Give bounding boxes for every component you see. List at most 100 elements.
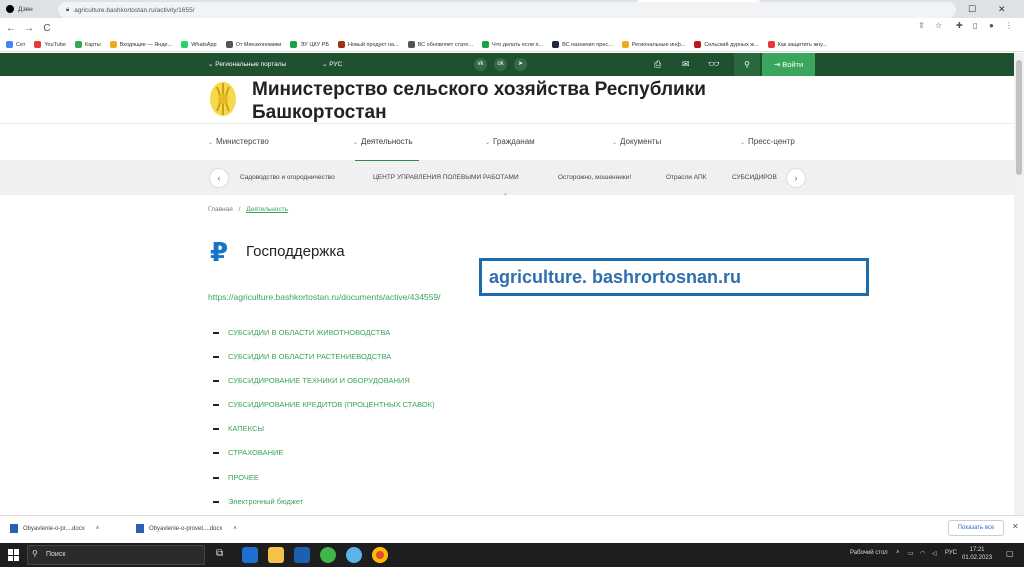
ok-icon[interactable]: ok bbox=[494, 58, 507, 71]
list-item-link[interactable]: СУБСИДИРОВАНИЕ КРЕДИТОВ (ПРОЦЕНТНЫХ СТАВ… bbox=[228, 400, 435, 409]
site-title[interactable]: Министерство сельского хозяйства Республ… bbox=[252, 78, 772, 124]
sub-nav: ‹ Садоводство и огородничество ЦЕНТР УПР… bbox=[0, 161, 1024, 195]
nav-ministry[interactable]: ⌄ Министерство bbox=[208, 137, 269, 146]
language-indicator[interactable]: РУС bbox=[945, 550, 957, 556]
profile-icon[interactable]: ● bbox=[989, 21, 994, 30]
mail-app-icon[interactable] bbox=[294, 547, 310, 563]
nav-activity[interactable]: ⌄ Деятельность bbox=[353, 137, 413, 146]
close-downloads-icon[interactable]: ✕ bbox=[1012, 522, 1019, 531]
chevron-up-icon[interactable]: ˄ bbox=[233, 526, 237, 532]
sidepanel-icon[interactable]: ▯ bbox=[973, 21, 977, 30]
forward-button[interactable]: → bbox=[22, 23, 36, 34]
messenger-app-icon[interactable] bbox=[346, 547, 362, 563]
list-item-link[interactable]: СУБСИДИИ В ОБЛАСТИ ЖИВОТНОВОДСТВА bbox=[228, 328, 390, 337]
language-switch[interactable]: ⌄ РУС bbox=[322, 53, 342, 76]
windows-start-icon[interactable] bbox=[8, 549, 20, 561]
bookmark-item[interactable]: От Минэкономики bbox=[225, 41, 281, 48]
bookmark-item[interactable]: Входящие — Янде... bbox=[109, 41, 172, 48]
address-bar[interactable]: 🔒︎ agriculture.bashkortostan.ru/activity… bbox=[58, 2, 956, 18]
subnav-item-agro-sectors[interactable]: Отрасли АПК bbox=[666, 174, 706, 181]
chevron-down-icon[interactable]: ⌄ bbox=[503, 190, 508, 197]
taskbar-search[interactable]: Поиск bbox=[27, 545, 205, 565]
download-item[interactable]: Obyavlenie-o-provet....docx ˄ bbox=[136, 524, 237, 533]
nav-documents[interactable]: ⌄ Документы bbox=[612, 137, 661, 146]
desktop-label[interactable]: Рабочий стол bbox=[850, 550, 888, 556]
document-link[interactable]: https://agriculture.bashkortostan.ru/doc… bbox=[208, 292, 440, 302]
chevron-up-icon[interactable]: ˄ bbox=[96, 526, 100, 532]
clock[interactable]: 17:21 01.02.2023 bbox=[962, 546, 992, 562]
chrome-icon[interactable] bbox=[372, 547, 388, 563]
list-item-link[interactable]: Электронный бюджет bbox=[228, 497, 303, 506]
nav-press-center[interactable]: ⌄ Пресс-центр bbox=[740, 137, 795, 146]
bookmark-label: WhatsApp bbox=[191, 41, 217, 48]
bookmark-item[interactable]: ВС назначил прес... bbox=[552, 41, 613, 48]
edge-icon[interactable] bbox=[242, 547, 258, 563]
volume-icon[interactable]: ◁ bbox=[932, 550, 937, 557]
notifications-icon[interactable]: ▢ bbox=[1006, 549, 1014, 558]
list-item-link[interactable]: ПРОЧЕЕ bbox=[228, 473, 259, 482]
login-button[interactable]: ⇥ Войти bbox=[762, 53, 815, 76]
bookmark-item[interactable]: YouTube bbox=[34, 41, 66, 48]
lock-icon: 🔒︎ bbox=[66, 6, 70, 13]
close-window-button[interactable]: ✕ bbox=[998, 0, 1006, 18]
bookmark-item[interactable]: Сет bbox=[6, 41, 25, 48]
maximize-button[interactable]: ☐ bbox=[968, 0, 976, 18]
bookmark-item[interactable]: Карты bbox=[75, 41, 101, 48]
list-item-link[interactable]: КАПЕКСЫ bbox=[228, 424, 264, 433]
list-item[interactable]: СТРАХОВАНИЕ bbox=[213, 448, 435, 472]
download-item[interactable]: Obyavlenie-o-pr....docx ˄ bbox=[10, 524, 99, 533]
show-all-downloads-button[interactable]: Показать все bbox=[948, 520, 1004, 536]
word-doc-icon bbox=[136, 524, 144, 533]
bookmark-item[interactable]: Региональные инф... bbox=[621, 41, 685, 48]
bookmark-item[interactable]: WhatsApp bbox=[181, 41, 217, 48]
ministry-logo[interactable] bbox=[208, 79, 238, 117]
list-item[interactable]: СУБСИДИРОВАНИЕ КРЕДИТОВ (ПРОЦЕНТНЫХ СТАВ… bbox=[213, 400, 435, 424]
subnav-next-button[interactable]: › bbox=[786, 168, 806, 188]
search-button[interactable]: ⚲ bbox=[734, 53, 760, 76]
accessibility-glasses-icon[interactable]: 👓︎ bbox=[708, 53, 719, 76]
bookmark-item[interactable]: Новый продукт на... bbox=[337, 41, 399, 48]
share-icon[interactable]: ⇪ bbox=[918, 21, 925, 30]
menu-icon[interactable]: ⋮ bbox=[1005, 21, 1013, 30]
bookmark-favicon-icon bbox=[407, 41, 415, 48]
tray-chevron-icon[interactable]: ˄ bbox=[896, 550, 900, 556]
list-item[interactable]: СУБСИДИИ В ОБЛАСТИ РАСТЕНИЕВОДСТВА bbox=[213, 352, 435, 376]
list-item-link[interactable]: СУБСИДИРОВАНИЕ ТЕХНИКИ И ОБОРУДОВАНИЯ bbox=[228, 376, 410, 385]
bookmark-item[interactable]: ЭУ ЦКУ РБ bbox=[290, 41, 329, 48]
bookmark-item[interactable]: Как защитить жну... bbox=[767, 41, 827, 48]
extensions-icon[interactable]: ✚ bbox=[956, 21, 963, 30]
nav-citizens[interactable]: ⌄ Гражданам bbox=[485, 137, 535, 146]
vk-icon[interactable]: vk bbox=[474, 58, 487, 71]
network-icon[interactable]: ▭ bbox=[908, 550, 914, 557]
mail-icon[interactable]: ✉ bbox=[682, 53, 690, 76]
subnav-item-field-works[interactable]: ЦЕНТР УПРАВЛЕНИЯ ПОЛЕВЫМИ РАБОТАМИ bbox=[373, 174, 519, 181]
regional-portals-menu[interactable]: ⌄ Региональные порталы bbox=[208, 53, 286, 76]
list-item[interactable]: КАПЕКСЫ bbox=[213, 424, 435, 448]
bookmark-item[interactable]: Что делать если п... bbox=[482, 41, 543, 48]
breadcrumb-current[interactable]: Деятельность bbox=[246, 206, 288, 213]
breadcrumb-home[interactable]: Главная bbox=[208, 206, 233, 213]
scrollbar-thumb[interactable] bbox=[1016, 60, 1022, 175]
list-item-link[interactable]: СТРАХОВАНИЕ bbox=[228, 448, 283, 457]
word-doc-icon bbox=[10, 524, 18, 533]
clover-app-icon[interactable] bbox=[320, 547, 336, 563]
task-view-icon[interactable]: ⧉ bbox=[216, 548, 223, 559]
bookmark-item[interactable]: Сельский дурных ж... bbox=[694, 41, 759, 48]
print-icon[interactable]: ⎙ bbox=[654, 53, 661, 76]
subnav-prev-button[interactable]: ‹ bbox=[209, 168, 229, 188]
file-explorer-icon[interactable] bbox=[268, 547, 284, 563]
bookmark-star-icon[interactable]: ☆ bbox=[935, 21, 942, 30]
back-button[interactable]: ← bbox=[4, 23, 18, 34]
reload-button[interactable]: C bbox=[40, 23, 54, 34]
list-item[interactable]: СУБСИДИРОВАНИЕ ТЕХНИКИ И ОБОРУДОВАНИЯ bbox=[213, 376, 435, 400]
list-item-link[interactable]: СУБСИДИИ В ОБЛАСТИ РАСТЕНИЕВОДСТВА bbox=[228, 352, 391, 361]
telegram-icon[interactable]: ➤ bbox=[514, 58, 527, 71]
subnav-item-fraud[interactable]: Осторожно, мошенники! bbox=[558, 174, 631, 181]
wifi-icon[interactable]: ◠ bbox=[920, 550, 925, 557]
subnav-item-subsidies[interactable]: СУБСИДИРОВ bbox=[732, 174, 777, 181]
chevron-down-icon: ⌄ bbox=[208, 140, 214, 146]
list-item[interactable]: СУБСИДИИ В ОБЛАСТИ ЖИВОТНОВОДСТВА bbox=[213, 328, 435, 352]
list-item[interactable]: ПРОЧЕЕ bbox=[213, 473, 435, 497]
bookmark-item[interactable]: ВС обновляет стате... bbox=[407, 41, 473, 48]
subnav-item-gardening[interactable]: Садоводство и огородничество bbox=[240, 174, 335, 181]
